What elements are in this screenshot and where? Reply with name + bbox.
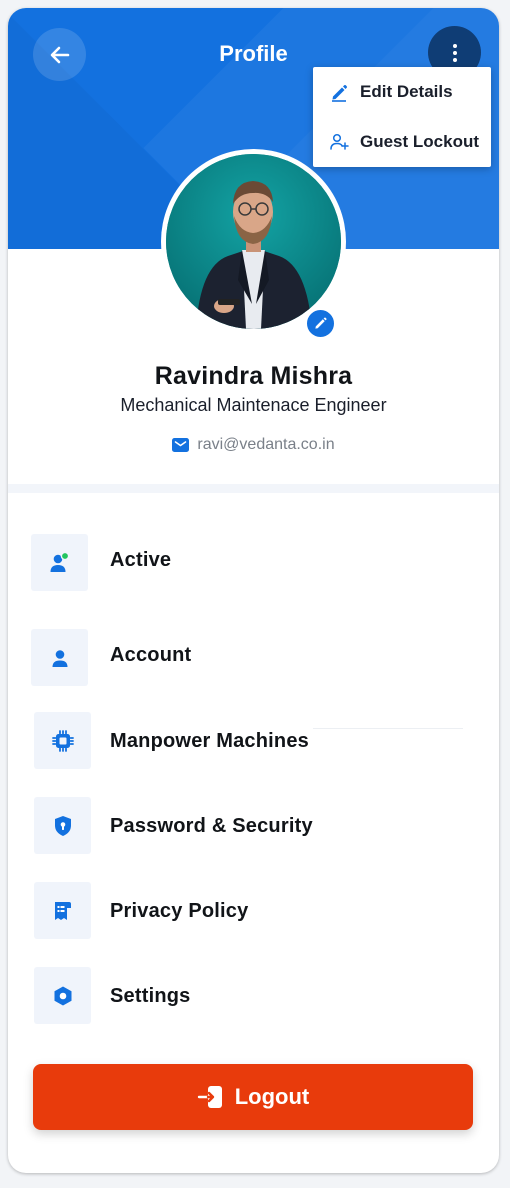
profile-screen: Profile Edit Details Guest Lockout Ravin… (8, 8, 499, 1173)
logout-icon (197, 1086, 222, 1108)
edit-avatar-button[interactable] (305, 308, 336, 339)
menu-item-label: Guest Lockout (360, 132, 480, 151)
list-item-privacy-policy[interactable]: Privacy Policy (8, 882, 499, 940)
options-menu: Edit Details Guest Lockout (313, 67, 491, 167)
list-icon-box (34, 967, 91, 1024)
list-item-active[interactable]: Active (8, 534, 499, 592)
list-item-label: Active (110, 549, 172, 571)
list-item-settings[interactable]: Settings (8, 967, 499, 1025)
list-item-label: Settings (110, 985, 191, 1007)
list-item-password-security[interactable]: Password & Security (8, 797, 499, 855)
list-icon-box (34, 712, 91, 769)
pencil-icon (315, 317, 327, 329)
user-status-icon (50, 551, 69, 572)
list-icon-box (34, 882, 91, 939)
list-icon-box (31, 534, 88, 591)
list-item-label: Privacy Policy (110, 900, 249, 922)
avatar[interactable] (166, 154, 341, 329)
logout-button[interactable]: Logout (33, 1064, 473, 1130)
list-item-label: Manpower Machines (110, 730, 309, 752)
list-item-account[interactable]: Account (8, 629, 499, 687)
avatar-photo (166, 154, 341, 329)
pencil-icon (332, 84, 348, 102)
list-icon-box (31, 629, 88, 686)
list-item-label: Password & Security (110, 815, 313, 837)
logout-label: Logout (234, 1084, 310, 1109)
menu-item-guest-lockout[interactable]: Guest Lockout (313, 117, 491, 167)
profile-email: ravi@vedanta.co.in (197, 436, 335, 453)
hexagon-gear-icon (54, 986, 71, 1005)
chip-icon (51, 729, 74, 752)
shield-lock-icon (54, 815, 71, 836)
section-divider (8, 484, 499, 493)
list-item-manpower-machines[interactable]: Manpower Machines (8, 712, 499, 770)
receipt-icon (54, 901, 71, 920)
profile-role: Mechanical Maintenace Engineer (120, 395, 387, 415)
profile-name: Ravindra Mishra (154, 362, 353, 390)
user-plus-icon (330, 133, 349, 150)
page-title: Profile (219, 41, 288, 66)
menu-item-edit-details[interactable]: Edit Details (313, 67, 491, 117)
list-item-label: Account (110, 644, 192, 666)
user-icon (52, 649, 67, 667)
mail-icon (172, 438, 190, 452)
list-icon-box (34, 797, 91, 854)
email-row: ravi@vedanta.co.in (8, 436, 499, 454)
more-vertical-icon (452, 43, 457, 62)
menu-item-label: Edit Details (360, 82, 453, 101)
